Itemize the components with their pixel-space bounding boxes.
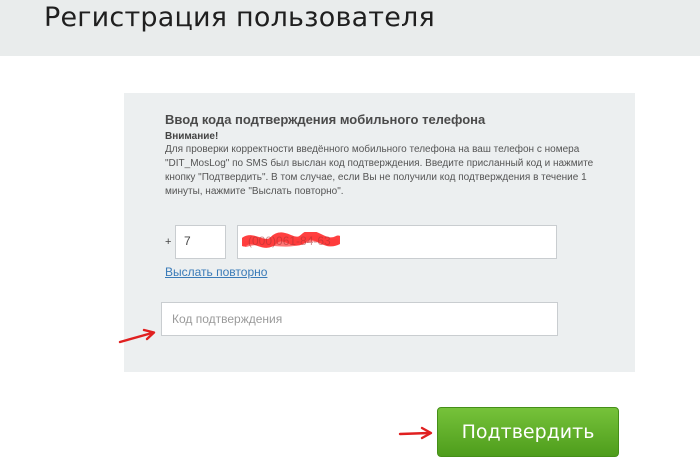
panel-heading: Ввод кода подтверждения мобильного телеф…: [165, 112, 486, 127]
resend-code-link[interactable]: Выслать повторно: [165, 265, 267, 279]
info-text: Для проверки корректности введённого моб…: [165, 144, 594, 197]
confirm-button[interactable]: Подтвердить: [437, 407, 619, 457]
country-code-field[interactable]: 7: [175, 225, 226, 259]
phone-number-value: (000)061-84-63: [248, 234, 331, 248]
red-arrow-icon: [398, 426, 433, 440]
confirmation-code-input[interactable]: [161, 302, 558, 336]
country-code-value: 7: [184, 234, 191, 248]
plus-sign: +: [165, 236, 172, 248]
page-header: Регистрация пользователя: [0, 0, 700, 56]
page-title: Регистрация пользователя: [44, 2, 435, 33]
red-arrow-icon: [118, 328, 156, 344]
attention-label: Внимание!: [165, 131, 219, 142]
sms-confirmation-panel: Ввод кода подтверждения мобильного телеф…: [124, 93, 635, 372]
phone-number-field[interactable]: (000)061-84-63: [237, 225, 557, 259]
